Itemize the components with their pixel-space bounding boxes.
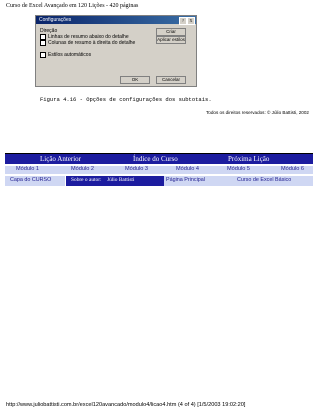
close-icon[interactable]: X [187,17,195,25]
dialog-title: Configurações [39,17,72,23]
checkbox-icon[interactable] [40,40,46,46]
page-url: http://www.juliobattisti.com.br/excel120… [6,402,246,408]
create-button[interactable]: Criar [156,28,186,36]
checkbox-icon[interactable] [40,52,46,58]
prev-lesson-link[interactable]: Lição Anterior [40,155,81,163]
module-1-link[interactable]: Módulo 1 [16,166,39,172]
course-cover-link[interactable]: Capa do CURSO [10,177,51,183]
home-link[interactable]: Página Principal [166,177,205,183]
ok-button[interactable]: OK [120,76,150,84]
basic-course-link[interactable]: Curso de Excel Básico [237,177,291,183]
module-5-link[interactable]: Módulo 5 [227,166,250,172]
module-4-link[interactable]: Módulo 4 [176,166,199,172]
copyright-text: Todos os direitos reservados: © Júlio Ba… [206,110,309,115]
author-link[interactable]: Júlio Battisti [107,177,134,183]
module-6-link[interactable]: Módulo 6 [281,166,304,172]
next-lesson-link[interactable]: Próxima Lição [228,155,269,163]
figure-caption: Figura 4.16 - Opções de configurações do… [40,96,212,103]
opt-columns[interactable]: Colunas de resumo à direita do detalhe [40,40,135,46]
modules-row [5,166,313,174]
help-icon[interactable]: ? [179,17,187,25]
about-author-label: Sobre o autor: [71,177,102,183]
module-2-link[interactable]: Módulo 2 [71,166,94,172]
apply-styles-button[interactable]: Aplicar estilos [156,36,186,44]
opt-styles[interactable]: Estilos automáticos [40,52,135,58]
direction-group: Direção Linhas de resumo abaixo do detal… [40,28,135,58]
window-title: Curso de Excel Avançado em 120 Lições - … [6,3,139,9]
cancel-button[interactable]: Cancelar [156,76,186,84]
course-index-link[interactable]: Índice do Curso [133,155,178,163]
dialog-titlebar: Configurações [36,16,196,24]
settings-dialog: Configurações ? X Direção Linhas de resu… [35,15,197,87]
module-3-link[interactable]: Módulo 3 [125,166,148,172]
